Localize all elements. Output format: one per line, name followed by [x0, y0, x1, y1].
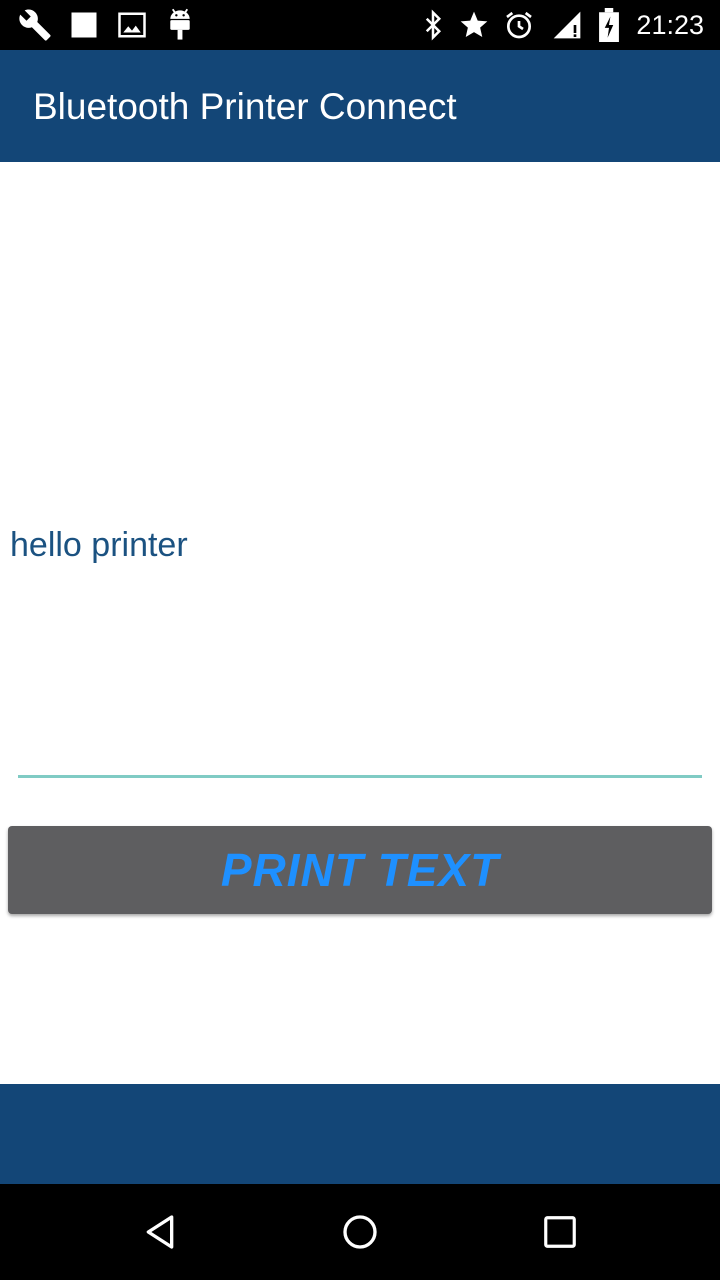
print-text-field[interactable]: hello printer — [10, 526, 710, 565]
signal-icon — [550, 8, 584, 42]
recents-icon[interactable] — [536, 1208, 584, 1256]
wrench-icon — [18, 8, 52, 42]
image-icon — [115, 8, 149, 42]
main-content: hello printer PRINT TEXT — [0, 162, 720, 1084]
app-bar: Bluetooth Printer Connect — [0, 50, 720, 162]
navigation-bar — [0, 1184, 720, 1280]
home-icon[interactable] — [336, 1208, 384, 1256]
bluetooth-icon — [416, 8, 450, 42]
battery-charging-icon — [592, 8, 626, 42]
back-icon[interactable] — [136, 1208, 184, 1256]
alarm-icon — [502, 8, 536, 42]
android-icon — [163, 8, 197, 42]
text-field-underline — [18, 775, 702, 778]
status-bar: 21:23 — [0, 0, 720, 50]
app-title: Bluetooth Printer Connect — [33, 86, 457, 127]
print-text-button-label: PRINT TEXT — [220, 844, 500, 896]
square-icon — [67, 8, 101, 42]
star-icon — [457, 8, 491, 42]
print-text-button[interactable]: PRINT TEXT — [8, 826, 712, 914]
clock-time: 21:23 — [636, 10, 704, 40]
bottom-band — [0, 1084, 720, 1184]
